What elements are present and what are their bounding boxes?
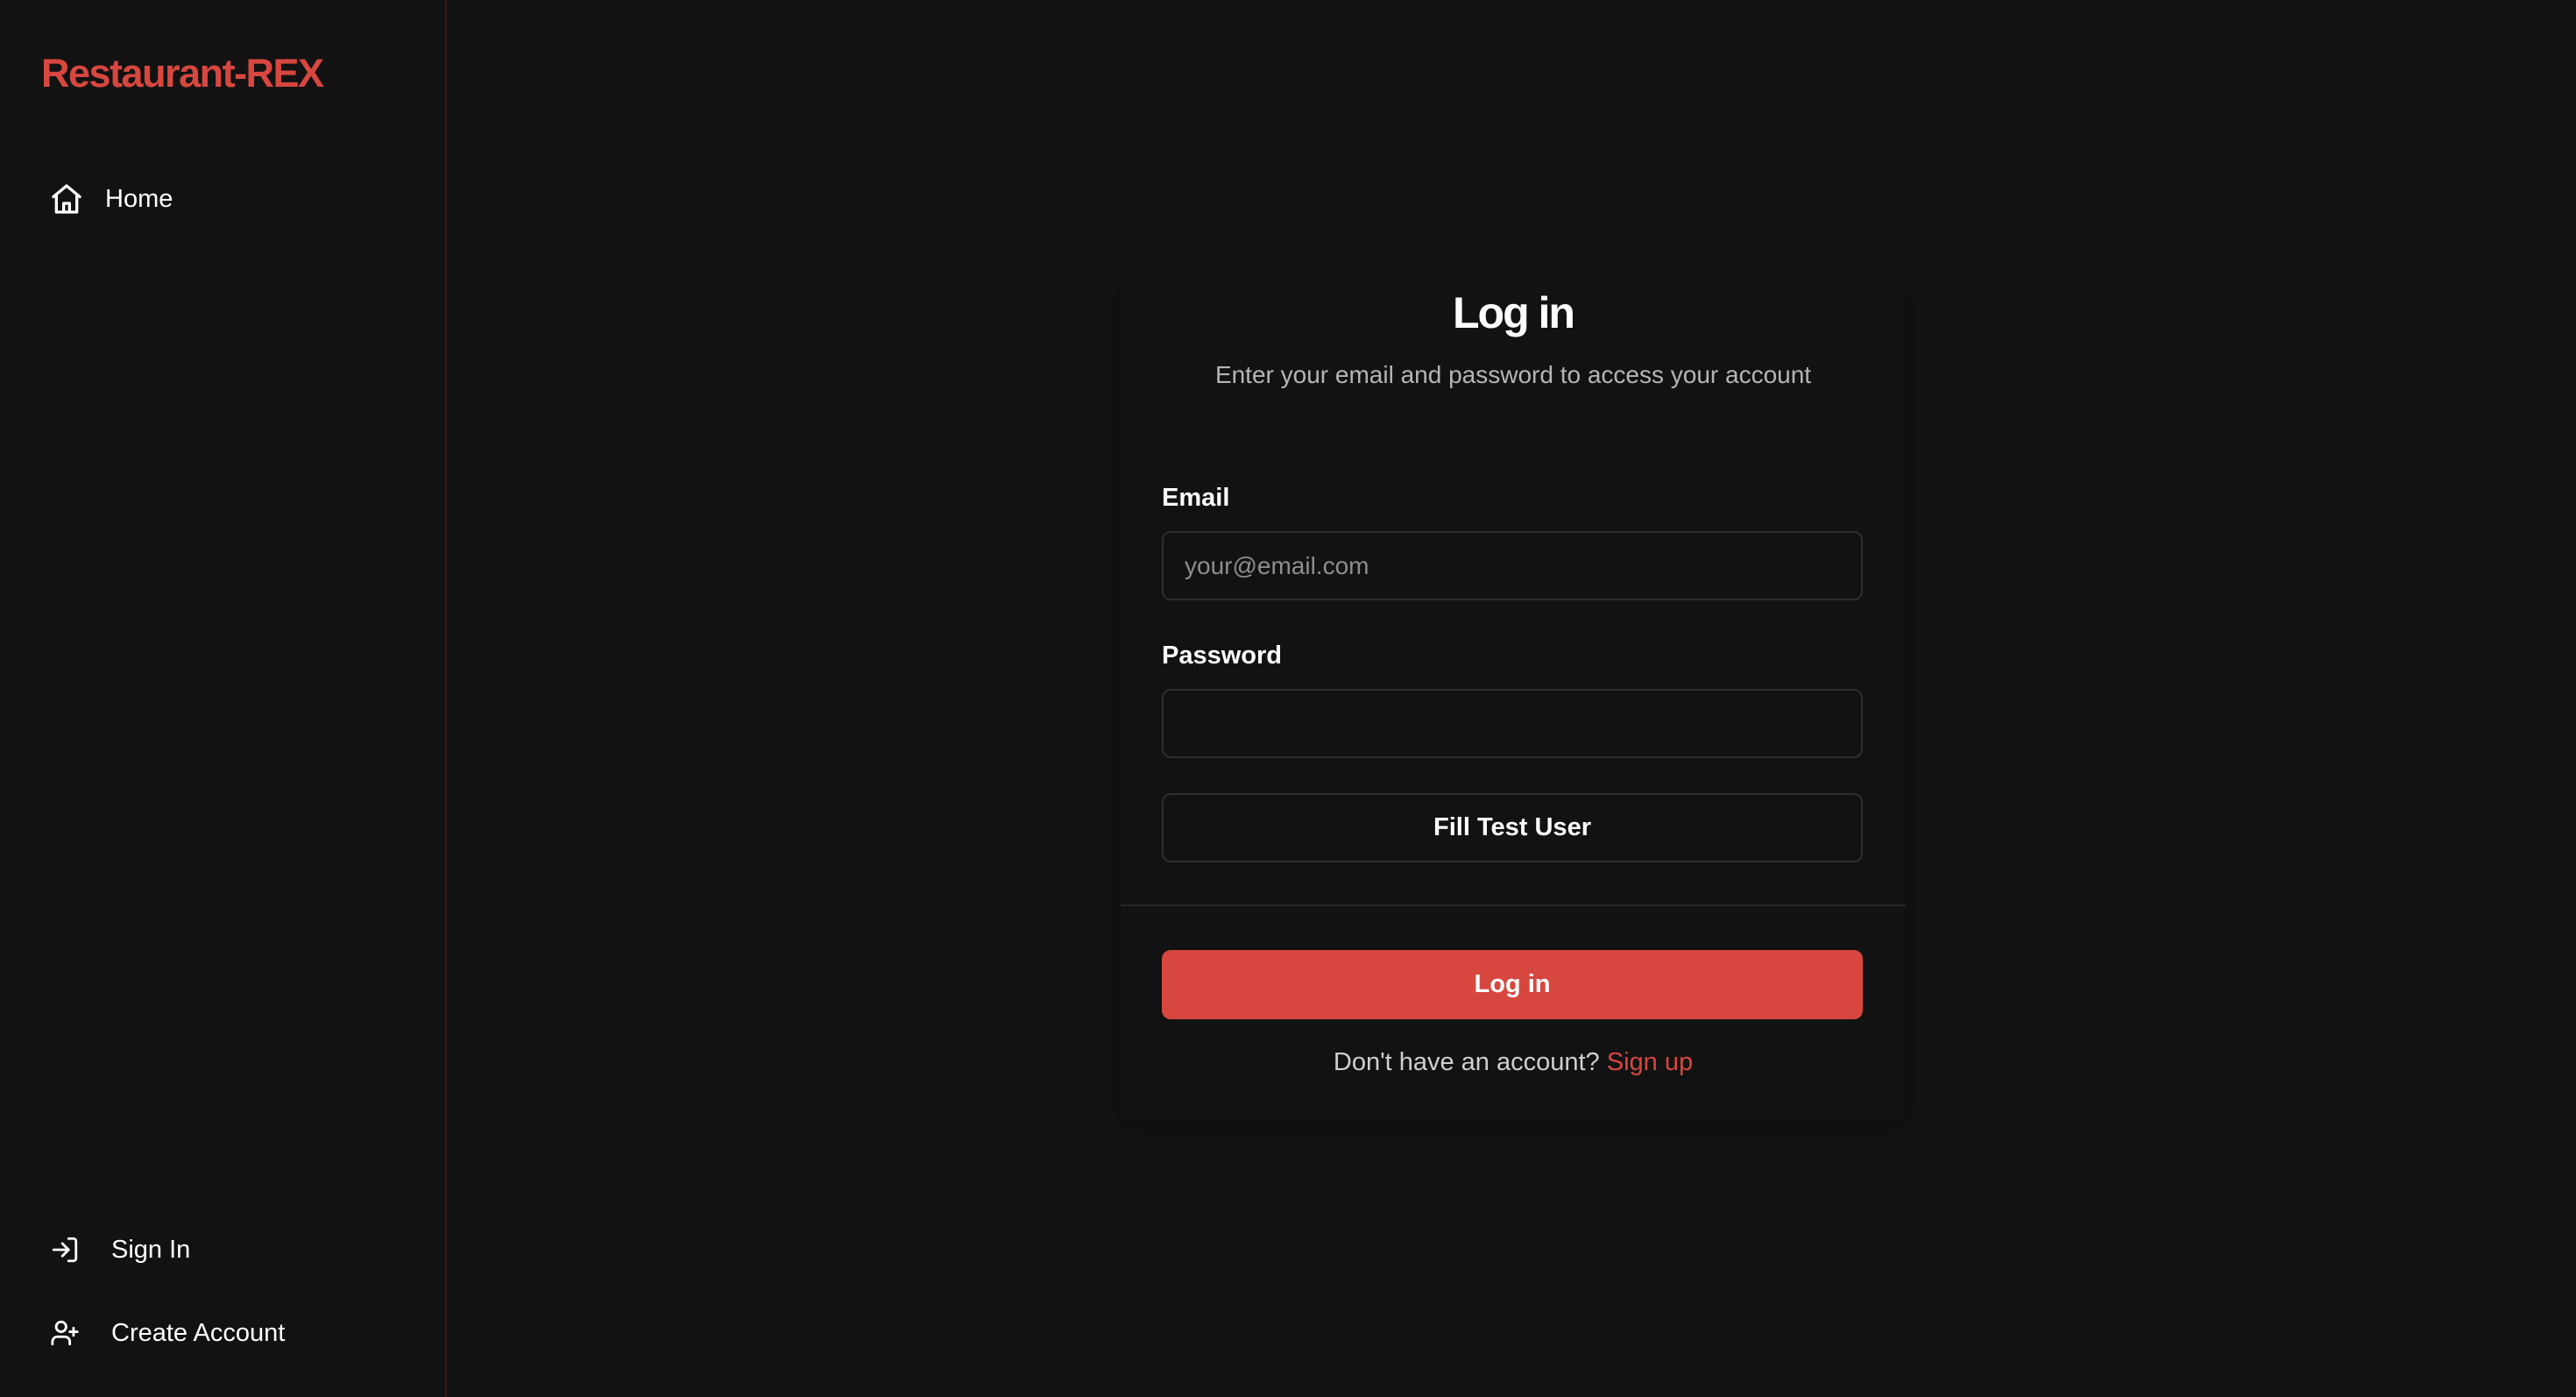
login-card: Log in Enter your email and password to … (1121, 280, 1906, 1122)
password-field[interactable] (1162, 689, 1863, 758)
sidebar: Restaurant-REX Home Sign In Create Accou… (0, 0, 447, 1397)
fill-test-user-button[interactable]: Fill Test User (1162, 793, 1863, 862)
signup-link[interactable]: Sign up (1607, 1048, 1693, 1076)
signup-prompt: Don't have an account? (1333, 1048, 1600, 1076)
sidebar-item-create-account[interactable]: Create Account (46, 1314, 285, 1352)
email-label: Email (1162, 484, 1230, 512)
brand-logo[interactable]: Restaurant-REX (41, 51, 324, 96)
email-field[interactable] (1162, 531, 1863, 600)
login-button[interactable]: Log in (1162, 950, 1863, 1019)
log-in-icon (46, 1230, 84, 1269)
app-root: Restaurant-REX Home Sign In Create Accou… (0, 0, 2576, 1397)
sidebar-item-sign-in[interactable]: Sign In (46, 1230, 190, 1269)
user-plus-icon (46, 1314, 84, 1352)
password-label: Password (1162, 642, 1282, 670)
home-icon (47, 180, 86, 218)
sidebar-item-home[interactable]: Home (47, 180, 173, 218)
divider (1121, 904, 1906, 906)
sidebar-item-label: Sign In (111, 1235, 191, 1264)
page-subtitle: Enter your email and password to access … (1214, 361, 1812, 388)
sidebar-item-label: Home (105, 184, 173, 213)
sidebar-item-label: Create Account (111, 1318, 286, 1347)
signup-prompt-row: Don't have an account? Sign up (1121, 1048, 1906, 1077)
page-title: Log in (1453, 288, 1575, 337)
